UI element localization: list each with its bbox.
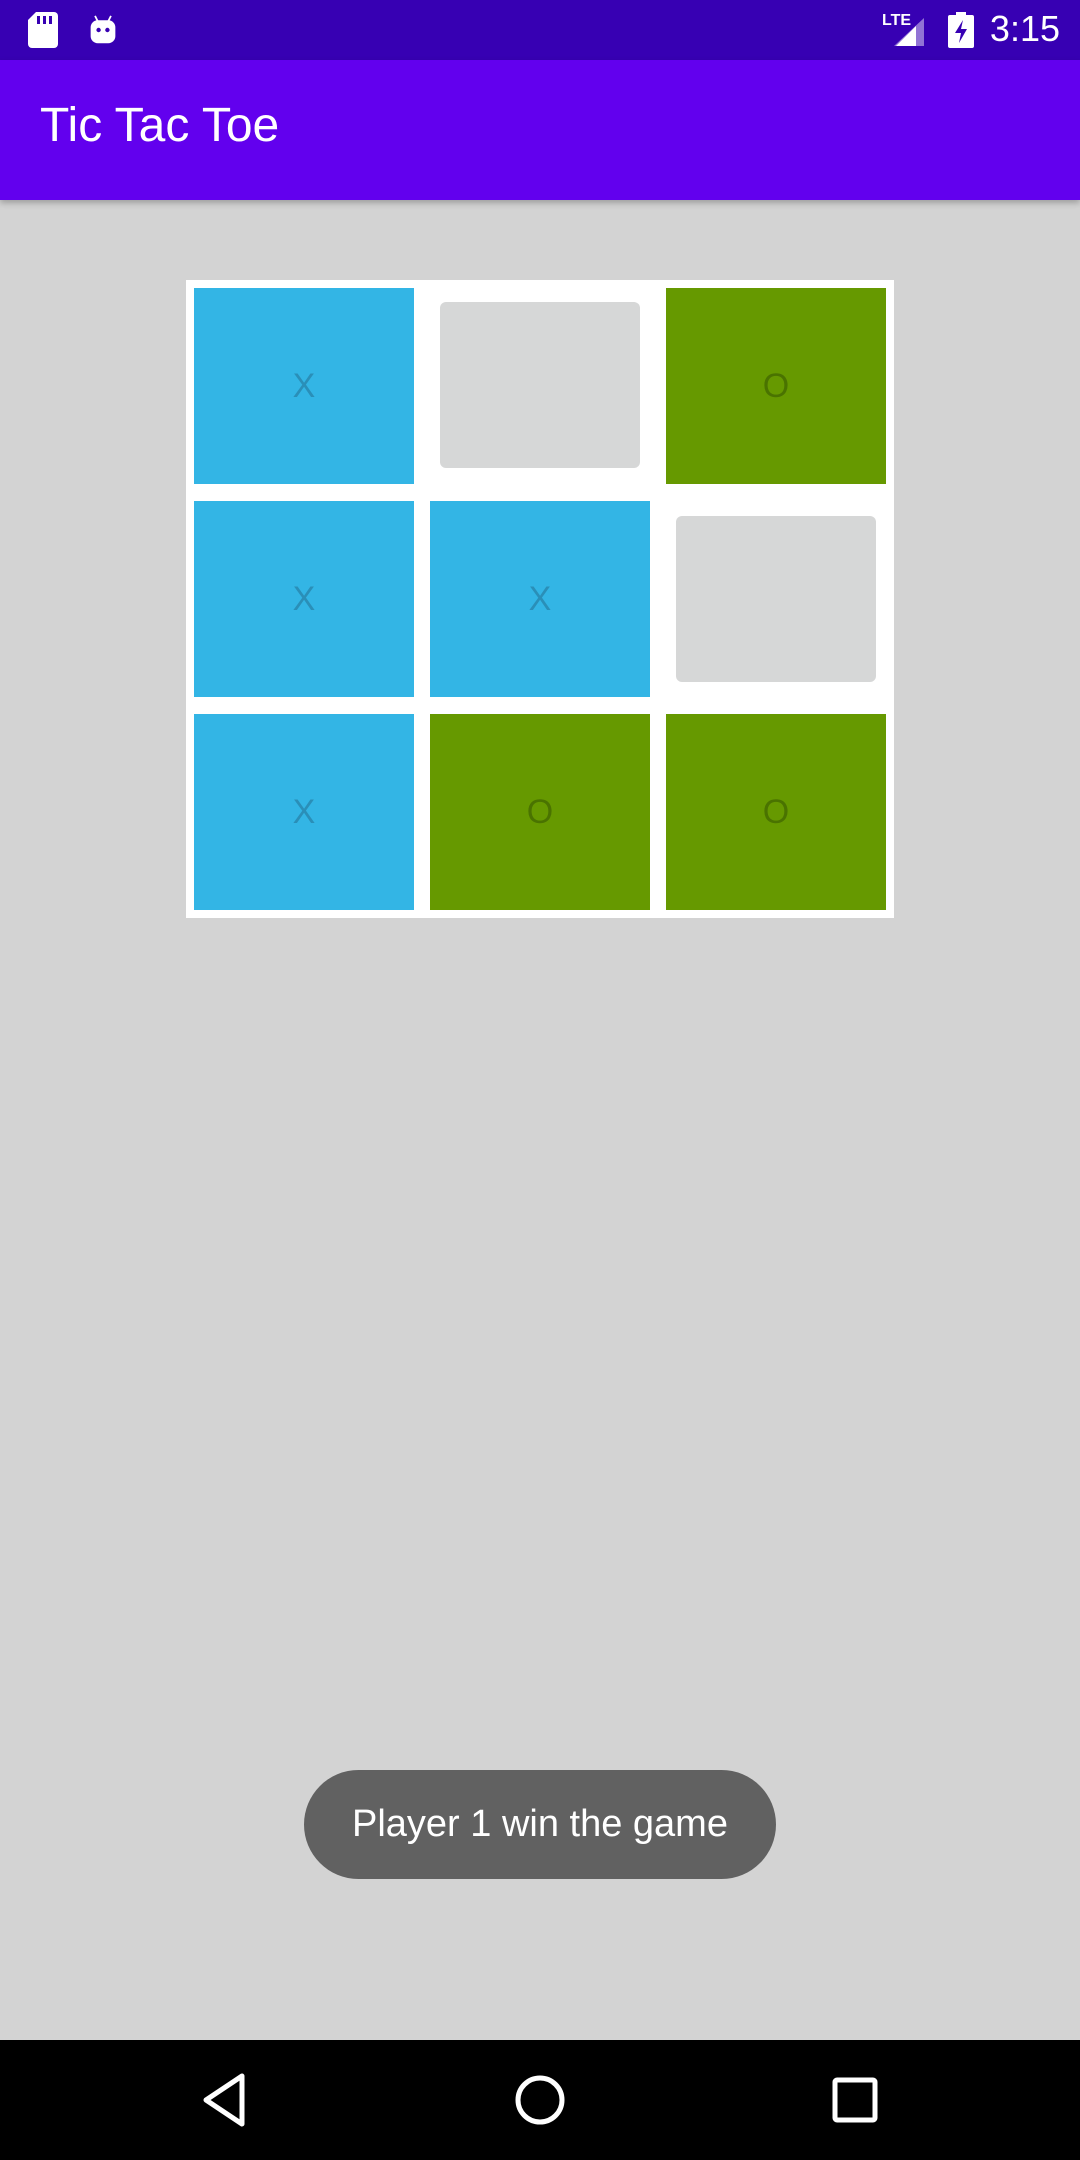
board-cell-7[interactable]: X	[194, 714, 414, 910]
status-clock: 3:15	[989, 8, 1060, 49]
back-icon[interactable]	[194, 2068, 258, 2132]
board-cell-5[interactable]: X	[430, 501, 650, 697]
app-bar: Tic Tac Toe	[0, 60, 1080, 200]
board-cell-4[interactable]: X	[194, 501, 414, 697]
board-cell-2[interactable]	[440, 302, 640, 468]
android-icon	[90, 15, 116, 44]
battery-charging-icon	[948, 12, 974, 48]
board-cell-6[interactable]	[676, 516, 876, 682]
navigation-bar	[0, 2040, 1080, 2160]
home-icon[interactable]	[508, 2068, 572, 2132]
app-title: Tic Tac Toe	[40, 99, 280, 152]
board-cell-1[interactable]: X	[194, 288, 414, 484]
game-board: X O X X X O O	[186, 280, 894, 918]
toast-message: Player 1 win the game	[304, 1770, 776, 1879]
sd-card-icon	[28, 12, 58, 48]
recents-icon[interactable]	[823, 2068, 887, 2132]
board-cell-8[interactable]: O	[430, 714, 650, 910]
board-cell-3[interactable]: O	[666, 288, 886, 484]
lte-signal-icon	[894, 18, 924, 46]
status-bar: LTE 3:15	[0, 0, 1080, 60]
board-cell-9[interactable]: O	[666, 714, 886, 910]
